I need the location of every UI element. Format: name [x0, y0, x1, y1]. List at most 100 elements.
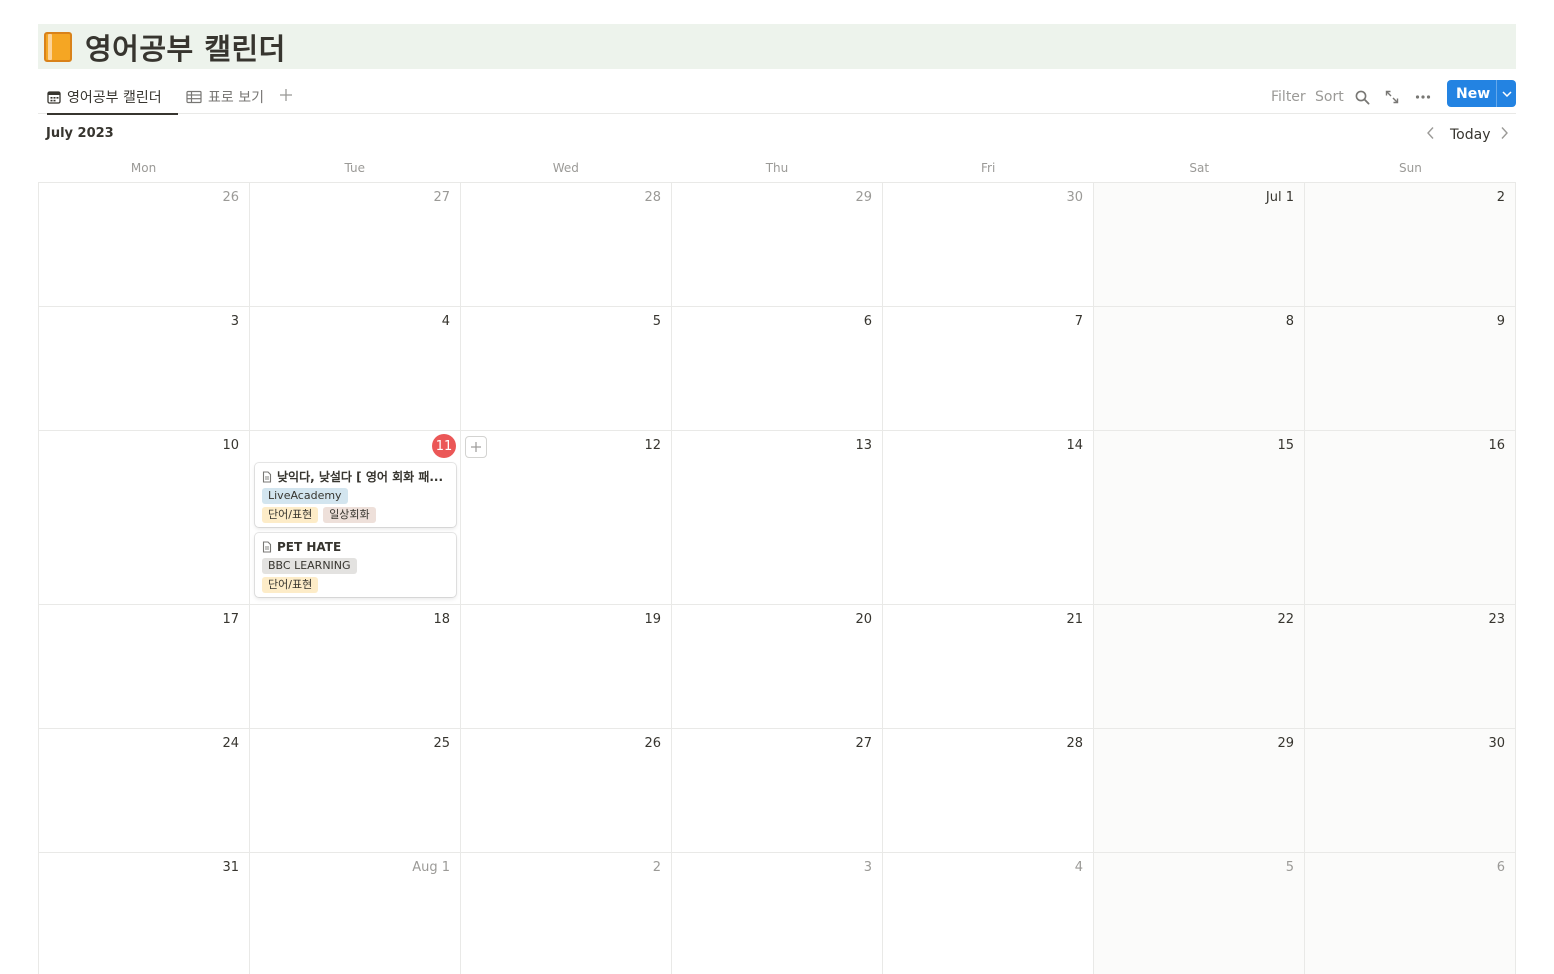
- day-number: 22: [1277, 612, 1294, 627]
- calendar-day-cell[interactable]: 2: [1305, 183, 1516, 307]
- day-number: 27: [433, 190, 450, 205]
- calendar-day-cell[interactable]: 29: [672, 183, 883, 307]
- calendar-day-cell[interactable]: 27: [672, 729, 883, 853]
- prev-month-icon[interactable]: [1426, 126, 1435, 140]
- day-number: 31: [222, 860, 239, 875]
- day-number: 26: [644, 736, 661, 751]
- calendar-day-cell[interactable]: 31: [39, 853, 250, 974]
- orange-book-icon[interactable]: [44, 31, 74, 63]
- day-number: 24: [222, 736, 239, 751]
- expand-icon[interactable]: [1385, 86, 1399, 108]
- calendar-day-cell[interactable]: 23: [1305, 605, 1516, 729]
- add-event-icon[interactable]: [465, 436, 487, 458]
- event-card[interactable]: PET HATE BBC LEARNING 단어/표현: [255, 533, 456, 597]
- search-icon[interactable]: [1355, 86, 1370, 108]
- calendar-day-cell[interactable]: 10: [39, 431, 250, 605]
- calendar-day-cell[interactable]: 20: [672, 605, 883, 729]
- calendar-day-cell[interactable]: 9: [1305, 307, 1516, 431]
- calendar-day-cell[interactable]: 19: [461, 605, 672, 729]
- calendar-day-cell[interactable]: 26: [39, 183, 250, 307]
- source-tag: BBC LEARNING: [262, 558, 357, 574]
- calendar-day-cell[interactable]: 27: [250, 183, 461, 307]
- calendar-day-cell[interactable]: Aug 1: [250, 853, 461, 974]
- calendar-day-cell[interactable]: 25: [250, 729, 461, 853]
- calendar-day-cell-today[interactable]: 11 낮익다, 낮설다 [ 영어 회화 패... LiveAcademy 단어/…: [250, 431, 461, 605]
- calendar-day-cell[interactable]: 28: [883, 729, 1094, 853]
- event-card[interactable]: 낮익다, 낮설다 [ 영어 회화 패... LiveAcademy 단어/표현 …: [255, 463, 456, 527]
- today-button[interactable]: Today: [1450, 127, 1491, 143]
- day-number: 2: [1496, 190, 1505, 205]
- calendar-day-cell[interactable]: 7: [883, 307, 1094, 431]
- weekday-label: Thu: [765, 161, 789, 175]
- calendar-day-cell[interactable]: 4: [250, 307, 461, 431]
- day-number: 15: [1277, 438, 1294, 453]
- day-number: 28: [1066, 736, 1083, 751]
- calendar-day-cell[interactable]: 8: [1094, 307, 1305, 431]
- day-number: 6: [1496, 860, 1505, 875]
- add-view-icon[interactable]: [279, 84, 293, 106]
- calendar-day-cell[interactable]: 4: [883, 853, 1094, 974]
- day-number: 3: [863, 860, 872, 875]
- day-number: 30: [1488, 736, 1505, 751]
- day-number: 29: [855, 190, 872, 205]
- day-number: 5: [652, 314, 661, 329]
- calendar-day-cell[interactable]: Jul 1: [1094, 183, 1305, 307]
- category-tag: 단어/표현: [262, 577, 319, 593]
- page-icon: [262, 470, 272, 483]
- day-number: 8: [1285, 314, 1294, 329]
- day-number: 4: [441, 314, 450, 329]
- calendar-icon: [47, 90, 61, 104]
- page-header: 영어공부 캘린더: [38, 24, 1516, 69]
- calendar-day-cell[interactable]: 3: [672, 853, 883, 974]
- day-number: 2: [652, 860, 661, 875]
- chevron-down-icon[interactable]: [1497, 90, 1516, 97]
- calendar-day-cell[interactable]: 12: [461, 431, 672, 605]
- day-number: 16: [1488, 438, 1505, 453]
- tab-calendar-view[interactable]: 영어공부 캘린더: [47, 80, 178, 115]
- calendar-day-cell[interactable]: 5: [1094, 853, 1305, 974]
- next-month-icon[interactable]: [1500, 126, 1509, 140]
- calendar-day-cell[interactable]: 15: [1094, 431, 1305, 605]
- day-number: 25: [433, 736, 450, 751]
- calendar-day-cell[interactable]: 18: [250, 605, 461, 729]
- calendar-day-cell[interactable]: 17: [39, 605, 250, 729]
- day-number: 12: [644, 438, 661, 453]
- calendar-day-cell[interactable]: 26: [461, 729, 672, 853]
- category-tag: 일상회화: [323, 507, 376, 523]
- page-title[interactable]: 영어공부 캘린더: [85, 26, 286, 68]
- calendar-day-cell[interactable]: 5: [461, 307, 672, 431]
- calendar-day-cell[interactable]: 3: [39, 307, 250, 431]
- day-number: 5: [1285, 860, 1294, 875]
- calendar-day-cell[interactable]: 16: [1305, 431, 1516, 605]
- sort-button[interactable]: Sort: [1315, 86, 1344, 108]
- calendar-day-cell[interactable]: 2: [461, 853, 672, 974]
- calendar-day-cell[interactable]: 6: [1305, 853, 1516, 974]
- new-button[interactable]: New: [1447, 80, 1516, 107]
- page-icon: [262, 540, 272, 553]
- event-title: PET HATE: [277, 539, 342, 554]
- weekday-label: Sat: [1189, 161, 1210, 175]
- calendar-day-cell[interactable]: 6: [672, 307, 883, 431]
- filter-button[interactable]: Filter: [1271, 86, 1306, 108]
- calendar-day-cell[interactable]: 30: [883, 183, 1094, 307]
- calendar-day-cell[interactable]: 29: [1094, 729, 1305, 853]
- calendar-day-cell[interactable]: 14: [883, 431, 1094, 605]
- calendar-day-cell[interactable]: 22: [1094, 605, 1305, 729]
- calendar-day-cell[interactable]: 30: [1305, 729, 1516, 853]
- day-number: 27: [855, 736, 872, 751]
- calendar-day-cell[interactable]: 28: [461, 183, 672, 307]
- tab-table-view[interactable]: 표로 보기: [186, 80, 264, 114]
- calendar-day-cell[interactable]: 21: [883, 605, 1094, 729]
- day-number: 30: [1066, 190, 1083, 205]
- calendar-day-cell[interactable]: 24: [39, 729, 250, 853]
- day-number: 6: [863, 314, 872, 329]
- today-badge: 11: [432, 434, 456, 458]
- new-button-label: New: [1456, 85, 1491, 102]
- weekday-label: Wed: [552, 161, 579, 175]
- day-number: 13: [855, 438, 872, 453]
- calendar-grid: 26 27 28 29 30 Jul 1 2 3 4 5 6 7 8 9 10 …: [38, 182, 1516, 974]
- more-options-icon[interactable]: [1415, 86, 1431, 108]
- tab-label: 표로 보기: [208, 90, 264, 106]
- calendar-day-cell[interactable]: 13: [672, 431, 883, 605]
- day-number: 9: [1496, 314, 1505, 329]
